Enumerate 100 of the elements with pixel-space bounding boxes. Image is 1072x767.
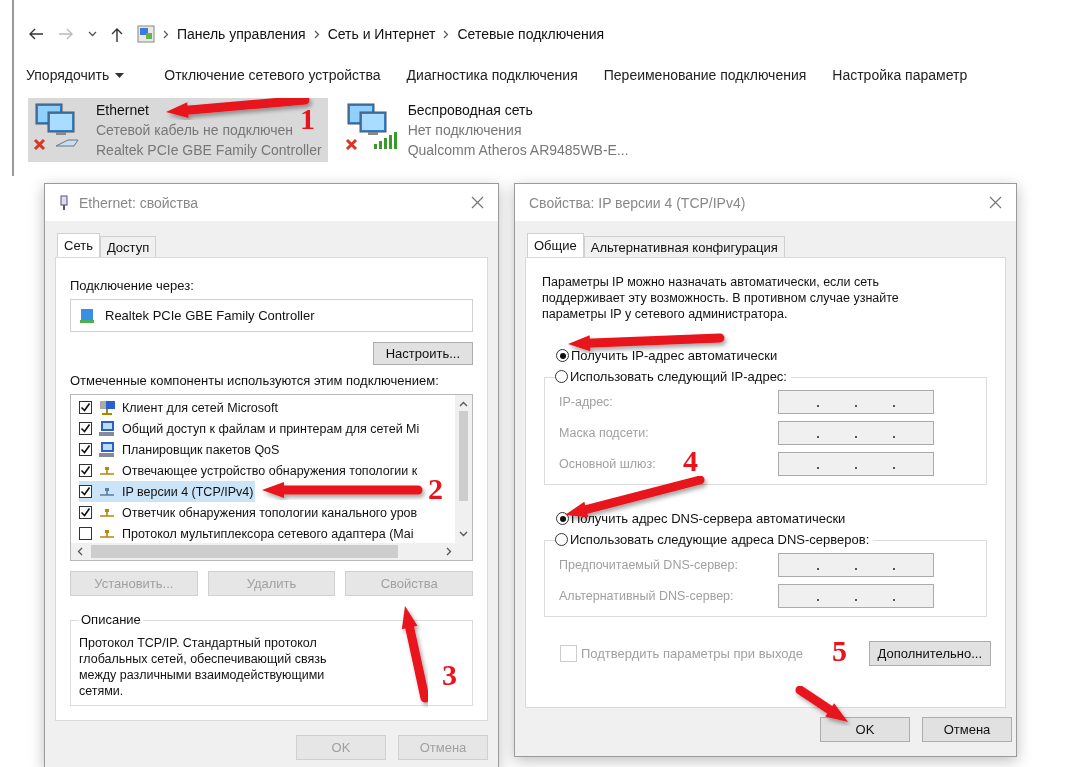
toolbar-button[interactable]: Диагностика подключения <box>400 63 584 87</box>
chevron-right-icon[interactable] <box>446 547 452 557</box>
chevron-left-icon[interactable] <box>77 547 83 557</box>
ip-address-field[interactable] <box>778 390 934 414</box>
components-label: Отмеченные компоненты используются этим подключением: <box>70 373 440 389</box>
close-icon[interactable] <box>471 196 484 209</box>
breadcrumb-item[interactable]: Панель управления <box>177 26 306 42</box>
toolbar-button[interactable]: Упорядочить <box>20 63 131 87</box>
connection-name: Ethernet <box>96 101 149 120</box>
radio-button[interactable] <box>555 533 568 546</box>
component-label: IP версии 4 (TCP/IPv4) <box>122 484 254 499</box>
dialog-button[interactable]: OK <box>820 717 910 742</box>
component-item[interactable]: Планировщик пакетов QoS <box>79 439 282 461</box>
radio-button[interactable] <box>555 370 568 383</box>
description-text: Протокол TCP/IP. Стандартный протокол глобальных сетей, обеспечивающий связь между различными взаимодействующими сетями. <box>79 635 328 700</box>
connect-via-label: Подключение через: <box>70 278 195 293</box>
radio-option[interactable]: Получить IP-адрес автоматически <box>556 348 987 363</box>
network-card-icon <box>79 307 95 324</box>
field-label: Альтернативный DNS-сервер: <box>559 589 734 603</box>
component-label: Ответчик обнаружения топологии канального уров <box>122 505 418 520</box>
radio-option[interactable]: Использовать следующий IP-адрес: <box>555 369 791 384</box>
protocol-icon <box>98 528 116 539</box>
component-label: Клиент для сетей Microsoft <box>122 400 278 415</box>
tab[interactable]: Общие <box>527 233 584 257</box>
protocol-icon <box>98 507 116 518</box>
chevron-down-icon[interactable] <box>459 531 468 538</box>
checkbox[interactable] <box>79 443 92 457</box>
component-label: Общий доступ к файлам и принтерам для сетей Mi <box>122 421 420 436</box>
component-label: Планировщик пакетов QoS <box>122 442 280 457</box>
network-adapter-icon <box>59 194 69 211</box>
tab[interactable]: Альтернативная конфигурация <box>583 236 785 257</box>
checkbox[interactable] <box>79 485 92 499</box>
chevron-up-icon[interactable] <box>459 401 468 408</box>
component-item[interactable]: Ответчик обнаружения топологии канального уров <box>79 502 420 524</box>
checkbox[interactable] <box>79 422 92 436</box>
ip-address-field[interactable] <box>778 584 934 608</box>
field-label: Маска подсети: <box>559 426 649 440</box>
close-icon[interactable] <box>989 196 1002 209</box>
radio-button[interactable] <box>556 349 569 362</box>
adapter-name: Realtek PCIe GBE Family Controller <box>105 308 315 324</box>
annotation-arrow <box>795 685 848 722</box>
step-number: 5 <box>832 636 847 666</box>
window-title: Ethernet: свойства <box>79 194 200 211</box>
toolbar-button[interactable]: Переименование подключения <box>597 63 813 87</box>
adapter-name: Qualcomm Atheros AR9485WB-E... <box>407 141 629 160</box>
breadcrumb-item[interactable]: Сетевые подключения <box>457 26 605 42</box>
tab[interactable]: Доступ <box>99 236 157 257</box>
component-item[interactable]: Клиент для сетей Microsoft <box>79 397 280 419</box>
toolbar-button[interactable]: Настройка параметр <box>826 63 974 87</box>
advanced-button[interactable]: Дополнительно... <box>868 641 991 666</box>
step-number: 4 <box>683 446 698 476</box>
field-label: Основной шлюз: <box>559 457 656 471</box>
checkbox[interactable] <box>79 527 92 541</box>
checkbox[interactable] <box>79 464 92 478</box>
address-bar[interactable]: Панель управления Сеть и Интернет Сетевые подключения <box>133 23 609 45</box>
ip-address-field[interactable] <box>778 553 934 577</box>
step-number: 2 <box>428 474 443 504</box>
toolbar-button[interactable]: Отключение сетевого устройства <box>158 63 387 87</box>
field-label: IP-адрес: <box>559 395 613 409</box>
adapter-name: Realtek PCIe GBE Family Controller <box>96 141 322 160</box>
step-number: 3 <box>442 660 457 690</box>
chevron-right-icon <box>443 29 450 39</box>
configure-button[interactable]: Настроить... <box>372 342 473 366</box>
connection-status: Сетевой кабель не подключен <box>96 121 295 140</box>
component-item[interactable]: Отвечающее устройство обнаружения топологии к <box>79 460 420 482</box>
caret-icon <box>115 72 125 78</box>
breadcrumb-item[interactable]: Сеть и Интернет <box>327 26 436 42</box>
network-client-icon <box>98 399 116 416</box>
checkbox[interactable] <box>79 506 92 520</box>
vertical-scrollbar[interactable] <box>455 395 472 544</box>
field-label: Предпочитаемый DNS-сервер: <box>559 558 738 572</box>
back-arrow-icon[interactable] <box>28 28 44 40</box>
computer-service-icon <box>98 420 116 438</box>
protocol-icon <box>98 486 116 497</box>
up-arrow-icon[interactable] <box>111 26 123 42</box>
ip-address-field[interactable] <box>778 452 934 476</box>
ip-address-field[interactable] <box>778 421 934 445</box>
window-title: Свойства: IP версии 4 (TCP/IPv4) <box>529 194 747 211</box>
protocol-icon <box>98 465 116 476</box>
control-panel-icon <box>137 25 155 43</box>
component-item[interactable]: IP версии 4 (TCP/IPv4) <box>79 481 256 503</box>
dropdown-chevron-icon[interactable] <box>88 31 97 37</box>
component-item[interactable]: Общий доступ к файлам и принтерам для сетей Mi <box>79 418 422 440</box>
component-label: Протокол мультиплексора сетевого адаптера (Mai <box>122 526 414 541</box>
chevron-right-icon <box>313 29 320 39</box>
component-label: Отвечающее устройство обнаружения топологии к <box>122 463 418 478</box>
radio-button[interactable] <box>556 512 569 525</box>
radio-option[interactable]: Использовать следующие адреса DNS-серверов: <box>555 532 874 547</box>
step-number: 1 <box>300 104 315 134</box>
intro-text: Параметры IP можно назначать автоматически, если сеть поддерживает эту возможность. В противном случае узнайте параметры IP у сетевого администратора. <box>542 274 900 322</box>
component-item[interactable]: Протокол мультиплексора сетевого адаптера (Mai <box>79 523 416 544</box>
dialog-button[interactable]: Отмена <box>922 717 1012 742</box>
tab[interactable]: Сеть <box>57 233 100 257</box>
connection-item[interactable]: Беспроводная сеть Нет подключения Qualcomm Atheros AR9485WB-E... <box>339 98 635 162</box>
horizontal-scrollbar[interactable] <box>71 543 472 561</box>
connection-name: Беспроводная сеть <box>407 101 533 120</box>
connection-status: Нет подключения <box>407 121 523 140</box>
checkbox[interactable] <box>79 401 92 415</box>
computer-service-icon <box>98 441 116 459</box>
chevron-right-icon <box>163 29 169 39</box>
